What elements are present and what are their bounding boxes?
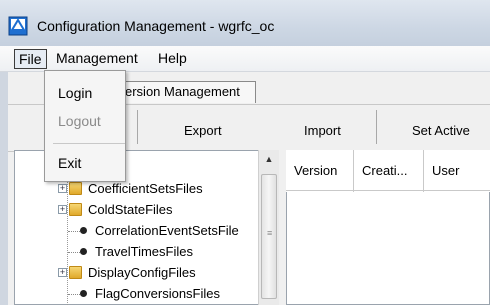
tree-item-travel-times[interactable]: TravelTimesFiles <box>66 242 258 262</box>
title-bar: Configuration Management - wgrfc_oc <box>0 0 490 46</box>
tree-item-label: CoefficientSetsFiles <box>88 181 203 196</box>
leaf-bullet-icon <box>80 290 87 297</box>
import-button[interactable]: Import <box>304 123 341 138</box>
menu-item-logout: Logout <box>58 113 101 129</box>
toolbar-separator <box>376 110 377 144</box>
expand-icon[interactable]: + <box>58 205 67 214</box>
tree-item-label: CorrelationEventSetsFile <box>95 223 239 238</box>
table-header-divider <box>286 190 490 191</box>
tree-item-coefficient-sets[interactable]: + CoefficientSetsFiles <box>58 179 258 199</box>
file-menu-dropdown: Login Logout Exit <box>44 70 126 182</box>
folder-icon <box>69 203 82 216</box>
expand-icon[interactable]: + <box>58 184 67 193</box>
tree-scrollbar[interactable]: ▲ ≡ <box>258 150 279 305</box>
scroll-thumb[interactable]: ≡ <box>261 174 277 299</box>
menu-separator <box>53 143 125 144</box>
folder-icon <box>69 182 82 195</box>
tree-connector <box>68 231 80 232</box>
leaf-bullet-icon <box>80 248 87 255</box>
tree-item-flag-conversions[interactable]: FlagConversionsFiles <box>66 284 258 304</box>
app-icon <box>8 16 28 36</box>
tree-item-cold-state[interactable]: + ColdStateFiles <box>58 200 258 220</box>
folder-icon <box>69 266 82 279</box>
column-header-creation[interactable]: Creati... <box>354 150 424 192</box>
column-header-user[interactable]: User <box>424 150 490 192</box>
menu-help[interactable]: Help <box>154 49 191 69</box>
tree-item-display-config[interactable]: + DisplayConfigFiles <box>58 263 258 283</box>
tab-version-management[interactable]: ersion Management <box>114 81 256 103</box>
menu-item-login[interactable]: Login <box>58 85 92 101</box>
scroll-grip-icon: ≡ <box>267 228 273 238</box>
menu-file[interactable]: File <box>14 49 47 69</box>
tree-item-correlation-event-sets[interactable]: CorrelationEventSetsFile <box>66 221 258 241</box>
export-button[interactable]: Export <box>184 123 222 138</box>
leaf-bullet-icon <box>80 227 87 234</box>
scroll-up-arrow-icon[interactable]: ▲ <box>259 150 279 168</box>
tree-item-label: FlagConversionsFiles <box>95 286 220 301</box>
menu-bar: File Management Help <box>0 46 490 72</box>
tree-item-label: ColdStateFiles <box>88 202 173 217</box>
toolbar-separator <box>137 110 138 144</box>
set-active-button[interactable]: Set Active <box>412 123 470 138</box>
window-title: Configuration Management - wgrfc_oc <box>37 18 275 34</box>
menu-item-exit[interactable]: Exit <box>58 155 81 171</box>
expand-icon[interactable]: + <box>58 268 67 277</box>
menu-management[interactable]: Management <box>52 49 142 69</box>
tree-item-label: DisplayConfigFiles <box>88 265 196 280</box>
tree-connector <box>68 252 80 253</box>
tree-item-label: TravelTimesFiles <box>95 244 193 259</box>
tree-connector <box>68 294 80 295</box>
panel-splitter[interactable] <box>279 150 286 305</box>
column-header-version[interactable]: Version <box>286 150 354 192</box>
